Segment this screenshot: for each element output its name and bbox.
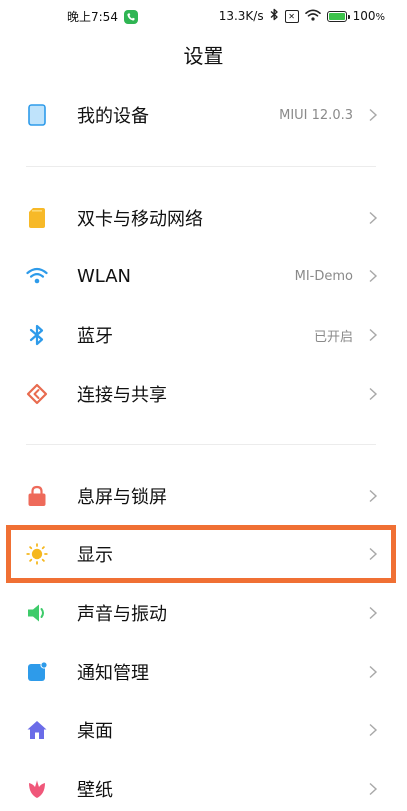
- wechat-icon: [123, 9, 138, 24]
- settings-screen: 晚上7:54 13.3K/s ✕ 100% 设置 我的设备 MIUI 12.0.…: [0, 0, 407, 811]
- settings-item-bluetooth[interactable]: 蓝牙 已开启: [0, 306, 407, 364]
- section-divider: [26, 166, 376, 167]
- connection-share-icon: [26, 383, 48, 405]
- settings-item-my-device[interactable]: 我的设备 MIUI 12.0.3: [0, 86, 407, 144]
- status-bar: 晚上7:54 13.3K/s ✕ 100%: [0, 0, 407, 30]
- settings-item-sound[interactable]: 声音与振动: [0, 584, 407, 642]
- bluetooth-icon: [26, 324, 48, 346]
- chevron-right-icon: [369, 782, 378, 796]
- sim-label: 双卡与移动网络: [77, 209, 203, 230]
- lock-icon: [26, 485, 48, 507]
- phone-icon: [26, 104, 48, 126]
- chevron-right-icon: [369, 108, 378, 122]
- chevron-right-icon: [369, 269, 378, 283]
- settings-item-lock-screen[interactable]: 息屏与锁屏: [0, 467, 407, 525]
- wallpaper-label: 壁纸: [77, 780, 113, 801]
- battery-icon: [326, 10, 350, 22]
- chevron-right-icon: [369, 387, 378, 401]
- settings-item-display[interactable]: 显示: [0, 525, 407, 583]
- sim-card-icon: [26, 207, 48, 229]
- speaker-icon: [26, 602, 48, 624]
- sim-off-icon: ✕: [284, 9, 299, 23]
- chevron-right-icon: [369, 547, 378, 561]
- page-title: 设置: [183, 44, 224, 68]
- chevron-right-icon: [369, 328, 378, 342]
- home-screen-label: 桌面: [77, 721, 113, 742]
- chevron-right-icon: [369, 723, 378, 737]
- status-right: 13.3K/s ✕ 100%: [219, 8, 385, 24]
- wlan-label: WLAN: [77, 265, 132, 287]
- settings-item-notifications[interactable]: 通知管理: [0, 643, 407, 701]
- bluetooth-value: 已开启: [313, 329, 353, 345]
- settings-item-home-screen[interactable]: 桌面: [0, 701, 407, 759]
- sound-label: 声音与振动: [77, 604, 167, 625]
- notifications-label: 通知管理: [77, 663, 149, 684]
- settings-item-wallpaper[interactable]: 壁纸: [0, 760, 407, 811]
- wifi-icon: [304, 9, 321, 24]
- wifi-icon: [26, 265, 48, 287]
- settings-item-wlan[interactable]: WLAN MI-Demo: [0, 247, 407, 305]
- chevron-right-icon: [369, 665, 378, 679]
- bluetooth-icon: [270, 8, 279, 24]
- chevron-right-icon: [369, 211, 378, 225]
- connection-share-label: 连接与共享: [77, 385, 167, 406]
- home-icon: [26, 719, 48, 741]
- bluetooth-label: 蓝牙: [77, 326, 113, 347]
- battery-value: 100: [352, 9, 376, 23]
- lock-screen-label: 息屏与锁屏: [77, 487, 167, 508]
- wlan-value: MI-Demo: [294, 268, 353, 284]
- settings-item-connection-share[interactable]: 连接与共享: [0, 365, 407, 423]
- battery-percent: 100%: [353, 9, 385, 23]
- battery-unit: %: [375, 12, 385, 23]
- status-time: 晚上7:54: [67, 10, 118, 24]
- chevron-right-icon: [369, 489, 378, 503]
- display-label: 显示: [77, 545, 113, 566]
- my-device-label: 我的设备: [77, 106, 149, 127]
- section-divider: [26, 444, 376, 445]
- sun-icon: [26, 543, 48, 565]
- my-device-value: MIUI 12.0.3: [279, 107, 353, 123]
- notification-icon: [26, 661, 48, 683]
- chevron-right-icon: [369, 606, 378, 620]
- battery-level: [328, 12, 345, 20]
- network-speed: 13.3K/s: [218, 9, 264, 23]
- status-left: 晚上7:54: [67, 8, 138, 25]
- tulip-icon: [26, 778, 48, 800]
- settings-item-sim[interactable]: 双卡与移动网络: [0, 189, 407, 247]
